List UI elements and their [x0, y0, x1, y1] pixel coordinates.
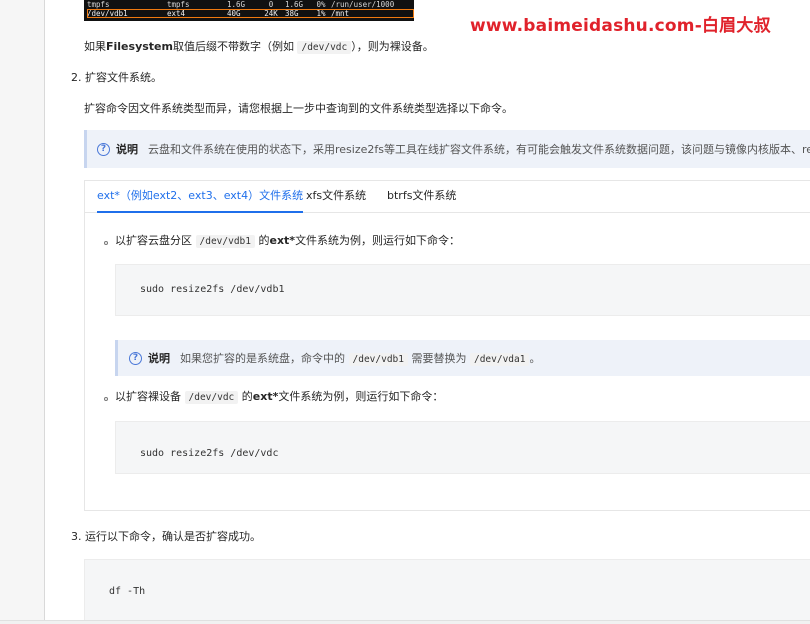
- terminal-cell: 24K: [264, 9, 278, 18]
- intro-text: ），则为裸设备。: [351, 40, 434, 53]
- inline-code: /dev/vdc: [184, 391, 239, 404]
- step-3-title: 3. 运行以下命令，确认是否扩容成功。: [71, 530, 261, 543]
- code-block: sudo resize2fs /dev/vdb1: [115, 264, 810, 316]
- intro-text: 取值后缀不带数字（例如: [172, 40, 294, 53]
- filesystem-tab-panel: ext*（例如ext2、ext3、ext4）文件系统 xfs文件系统 btrfs…: [84, 180, 810, 511]
- note-text: 如果您扩容的是系统盘，命令中的 /dev/vdb1 需要替换为 /dev/vda…: [180, 350, 540, 366]
- intro-paragraph: 如果Filesystem取值后缀不带数字（例如 /dev/vdc ），则为裸设备。: [84, 39, 434, 56]
- note-text: 云盘和文件系统在使用的状态下，采用resize2fs等工具在线扩容文件系统，有可…: [148, 143, 810, 156]
- note-text-part: 需要替换为: [411, 352, 467, 365]
- terminal-row-highlighted: /dev/vdb1 ext4 40G 24K 38G 1% /mnt: [87, 9, 414, 18]
- terminal-row: tmpfs tmpfs 1.6G 0 1.6G 0% /run/user/100…: [87, 0, 414, 9]
- bullet-bold: ext*: [269, 234, 296, 247]
- bullet-text: 的: [241, 390, 253, 403]
- bullet-item-partition: 以扩容云盘分区 /dev/vdb1 的ext*文件系统为例，则运行如下命令：: [115, 233, 460, 250]
- intro-text: 如果: [84, 40, 106, 53]
- tab-ext[interactable]: ext*（例如ext2、ext3、ext4）文件系统: [97, 181, 304, 213]
- note-text-part: 。: [529, 352, 541, 365]
- left-margin-rail: [0, 0, 45, 624]
- bullet-item-raw-device: 以扩容裸设备 /dev/vdc 的ext*文件系统为例，则运行如下命令：: [115, 389, 443, 406]
- bullet-marker: [104, 241, 108, 245]
- inline-code: /dev/vdb1: [195, 235, 255, 248]
- bullet-text: 以扩容裸设备: [115, 390, 181, 403]
- bullet-bold: ext*: [252, 390, 279, 403]
- note-callout: ? 说明 如果您扩容的是系统盘，命令中的 /dev/vdb1 需要替换为 /de…: [115, 340, 810, 376]
- terminal-cell: tmpfs: [167, 0, 190, 9]
- bullet-text: 文件系统为例，则运行如下命令：: [278, 390, 444, 403]
- terminal-cell: 0%: [316, 0, 326, 9]
- code-block: df -Th: [84, 559, 810, 621]
- code-text: sudo resize2fs /dev/vdb1: [140, 284, 285, 295]
- note-label: 说明: [116, 143, 138, 156]
- terminal-cell: 38G: [285, 9, 299, 18]
- terminal-cell: 40G: [227, 9, 241, 18]
- terminal-cell: 1.6G: [227, 0, 246, 9]
- question-circle-icon: ?: [97, 142, 110, 156]
- inline-code: /dev/vdc: [297, 41, 352, 54]
- terminal-cell: 0: [268, 0, 274, 9]
- terminal-cell: 1.6G: [285, 0, 304, 9]
- terminal-output: tmpfs tmpfs 1.6G 0 1.6G 0% /run/user/100…: [84, 0, 414, 21]
- terminal-cell: ext4: [167, 9, 186, 18]
- terminal-cell: 1%: [316, 9, 326, 18]
- note-label: 说明: [148, 352, 170, 365]
- question-circle-icon: ?: [129, 351, 142, 365]
- code-text: sudo resize2fs /dev/vdc: [140, 448, 279, 459]
- step-2-description: 扩容命令因文件系统类型而异，请您根据上一步中查询到的文件系统类型选择以下命令。: [84, 102, 513, 115]
- bullet-text: 的: [258, 234, 270, 247]
- terminal-cell: /dev/vdb1: [87, 9, 128, 18]
- terminal-cell: /run/user/1000: [331, 0, 395, 9]
- step-2-title: 2. 扩容文件系统。: [71, 71, 162, 84]
- bullet-text: 文件系统为例，则运行如下命令：: [295, 234, 461, 247]
- watermark: www.baimeidashu.com-白眉大叔: [470, 16, 771, 36]
- bullet-marker: [104, 397, 108, 401]
- code-block: sudo resize2fs /dev/vdc: [115, 421, 810, 474]
- intro-bold: Filesystem: [106, 40, 173, 53]
- tab-btrfs[interactable]: btrfs文件系统: [387, 181, 456, 213]
- page-bottom-edge: [0, 620, 810, 624]
- terminal-cell: tmpfs: [87, 0, 110, 9]
- bullet-text: 以扩容云盘分区: [115, 234, 192, 247]
- note-text-part: 如果您扩容的是系统盘，命令中的: [180, 352, 345, 365]
- tab-xfs[interactable]: xfs文件系统: [306, 181, 366, 213]
- code-text: df -Th: [109, 586, 146, 597]
- note-callout: ? 说明 云盘和文件系统在使用的状态下，采用resize2fs等工具在线扩容文件…: [84, 130, 810, 168]
- terminal-cell: /mnt: [331, 9, 350, 18]
- tab-bar: ext*（例如ext2、ext3、ext4）文件系统 xfs文件系统 btrfs…: [85, 181, 810, 213]
- inline-code: /dev/vdb1: [348, 353, 408, 366]
- inline-code: /dev/vda1: [469, 353, 530, 366]
